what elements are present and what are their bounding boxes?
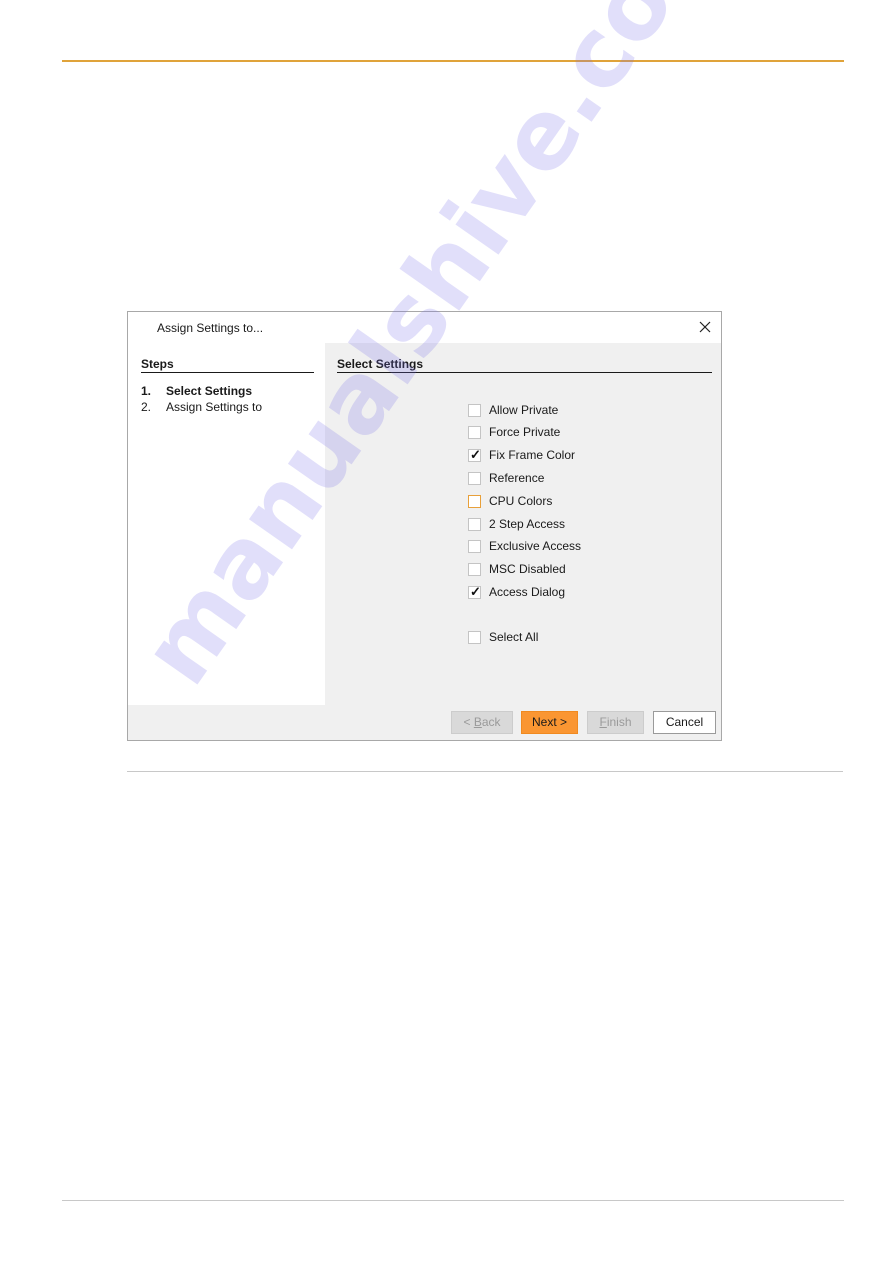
checkbox[interactable]	[468, 471, 481, 485]
step-label: Assign Settings to	[166, 400, 263, 414]
checkbox-label: Fix Frame Color	[489, 448, 576, 462]
checkbox-reference[interactable]: Reference	[468, 470, 544, 486]
dialog-titlebar: Assign Settings to...	[128, 312, 721, 343]
checkbox-fix-frame-color[interactable]: ✓ Fix Frame Color	[468, 447, 575, 463]
step-item: 2. Assign Settings to	[141, 400, 262, 414]
checkbox-2-step-access[interactable]: 2 Step Access	[468, 516, 565, 532]
back-button-prefix: <	[463, 715, 474, 729]
next-button[interactable]: Next >	[521, 711, 578, 734]
footer-rule	[62, 1200, 844, 1201]
close-icon	[699, 321, 711, 333]
checkbox[interactable]	[468, 630, 481, 644]
back-button[interactable]: < Back	[451, 711, 513, 734]
checkbox-label: CPU Colors	[489, 494, 553, 508]
checkbox[interactable]	[468, 403, 481, 417]
step-number: 2.	[141, 400, 152, 414]
step-number: 1.	[141, 384, 152, 398]
back-button-rest: ack	[481, 715, 501, 729]
checkbox-force-private[interactable]: Force Private	[468, 424, 560, 440]
checkbox[interactable]	[468, 517, 481, 531]
checkbox-label: Reference	[489, 471, 545, 485]
steps-heading: Steps	[141, 357, 314, 373]
select-settings-heading: Select Settings	[337, 357, 712, 373]
step-label: Select Settings	[166, 384, 253, 398]
checkbox-label: 2 Step Access	[489, 517, 566, 531]
checkbox[interactable]	[468, 539, 481, 553]
checkbox-label: Select All	[489, 630, 539, 644]
checkbox-label: Access Dialog	[489, 585, 566, 599]
assign-settings-dialog: Assign Settings to... Steps 1. Select Set…	[127, 311, 722, 741]
close-button[interactable]	[695, 317, 715, 337]
steps-panel: Steps 1. Select Settings 2. Assign Setting…	[128, 343, 325, 705]
checkbox-select-all[interactable]: Select All	[468, 629, 538, 645]
check-icon: ✓	[470, 446, 481, 462]
checkbox-exclusive-access[interactable]: Exclusive Access	[468, 538, 581, 554]
checkbox-allow-private[interactable]: Allow Private	[468, 402, 558, 418]
checkbox-label: Allow Private	[489, 403, 559, 417]
checkbox-label: Exclusive Access	[489, 539, 582, 553]
checkbox-label: MSC Disabled	[489, 562, 566, 576]
checkbox[interactable]	[468, 562, 481, 576]
finish-button[interactable]: Finish	[587, 711, 644, 734]
check-icon: ✓	[470, 583, 481, 599]
checkbox[interactable]: ✓	[468, 446, 481, 462]
checkbox-msc-disabled[interactable]: MSC Disabled	[468, 561, 566, 577]
cancel-button[interactable]: Cancel	[653, 711, 716, 734]
checkbox[interactable]	[468, 425, 481, 439]
dialog-title: Assign Settings to...	[157, 321, 264, 335]
header-rule	[62, 60, 844, 62]
checkbox-access-dialog[interactable]: ✓ Access Dialog	[468, 584, 565, 600]
checkbox-label: Force Private	[489, 425, 561, 439]
checkbox-cpu-colors[interactable]: CPU Colors	[468, 493, 552, 509]
checkbox[interactable]: ✓	[468, 583, 481, 599]
checkbox[interactable]	[468, 494, 481, 508]
finish-button-accel: F	[599, 715, 607, 729]
step-item: 1. Select Settings	[141, 384, 252, 398]
finish-button-rest: inish	[606, 715, 632, 729]
back-button-accel: B	[473, 715, 482, 729]
section-divider	[127, 771, 843, 772]
